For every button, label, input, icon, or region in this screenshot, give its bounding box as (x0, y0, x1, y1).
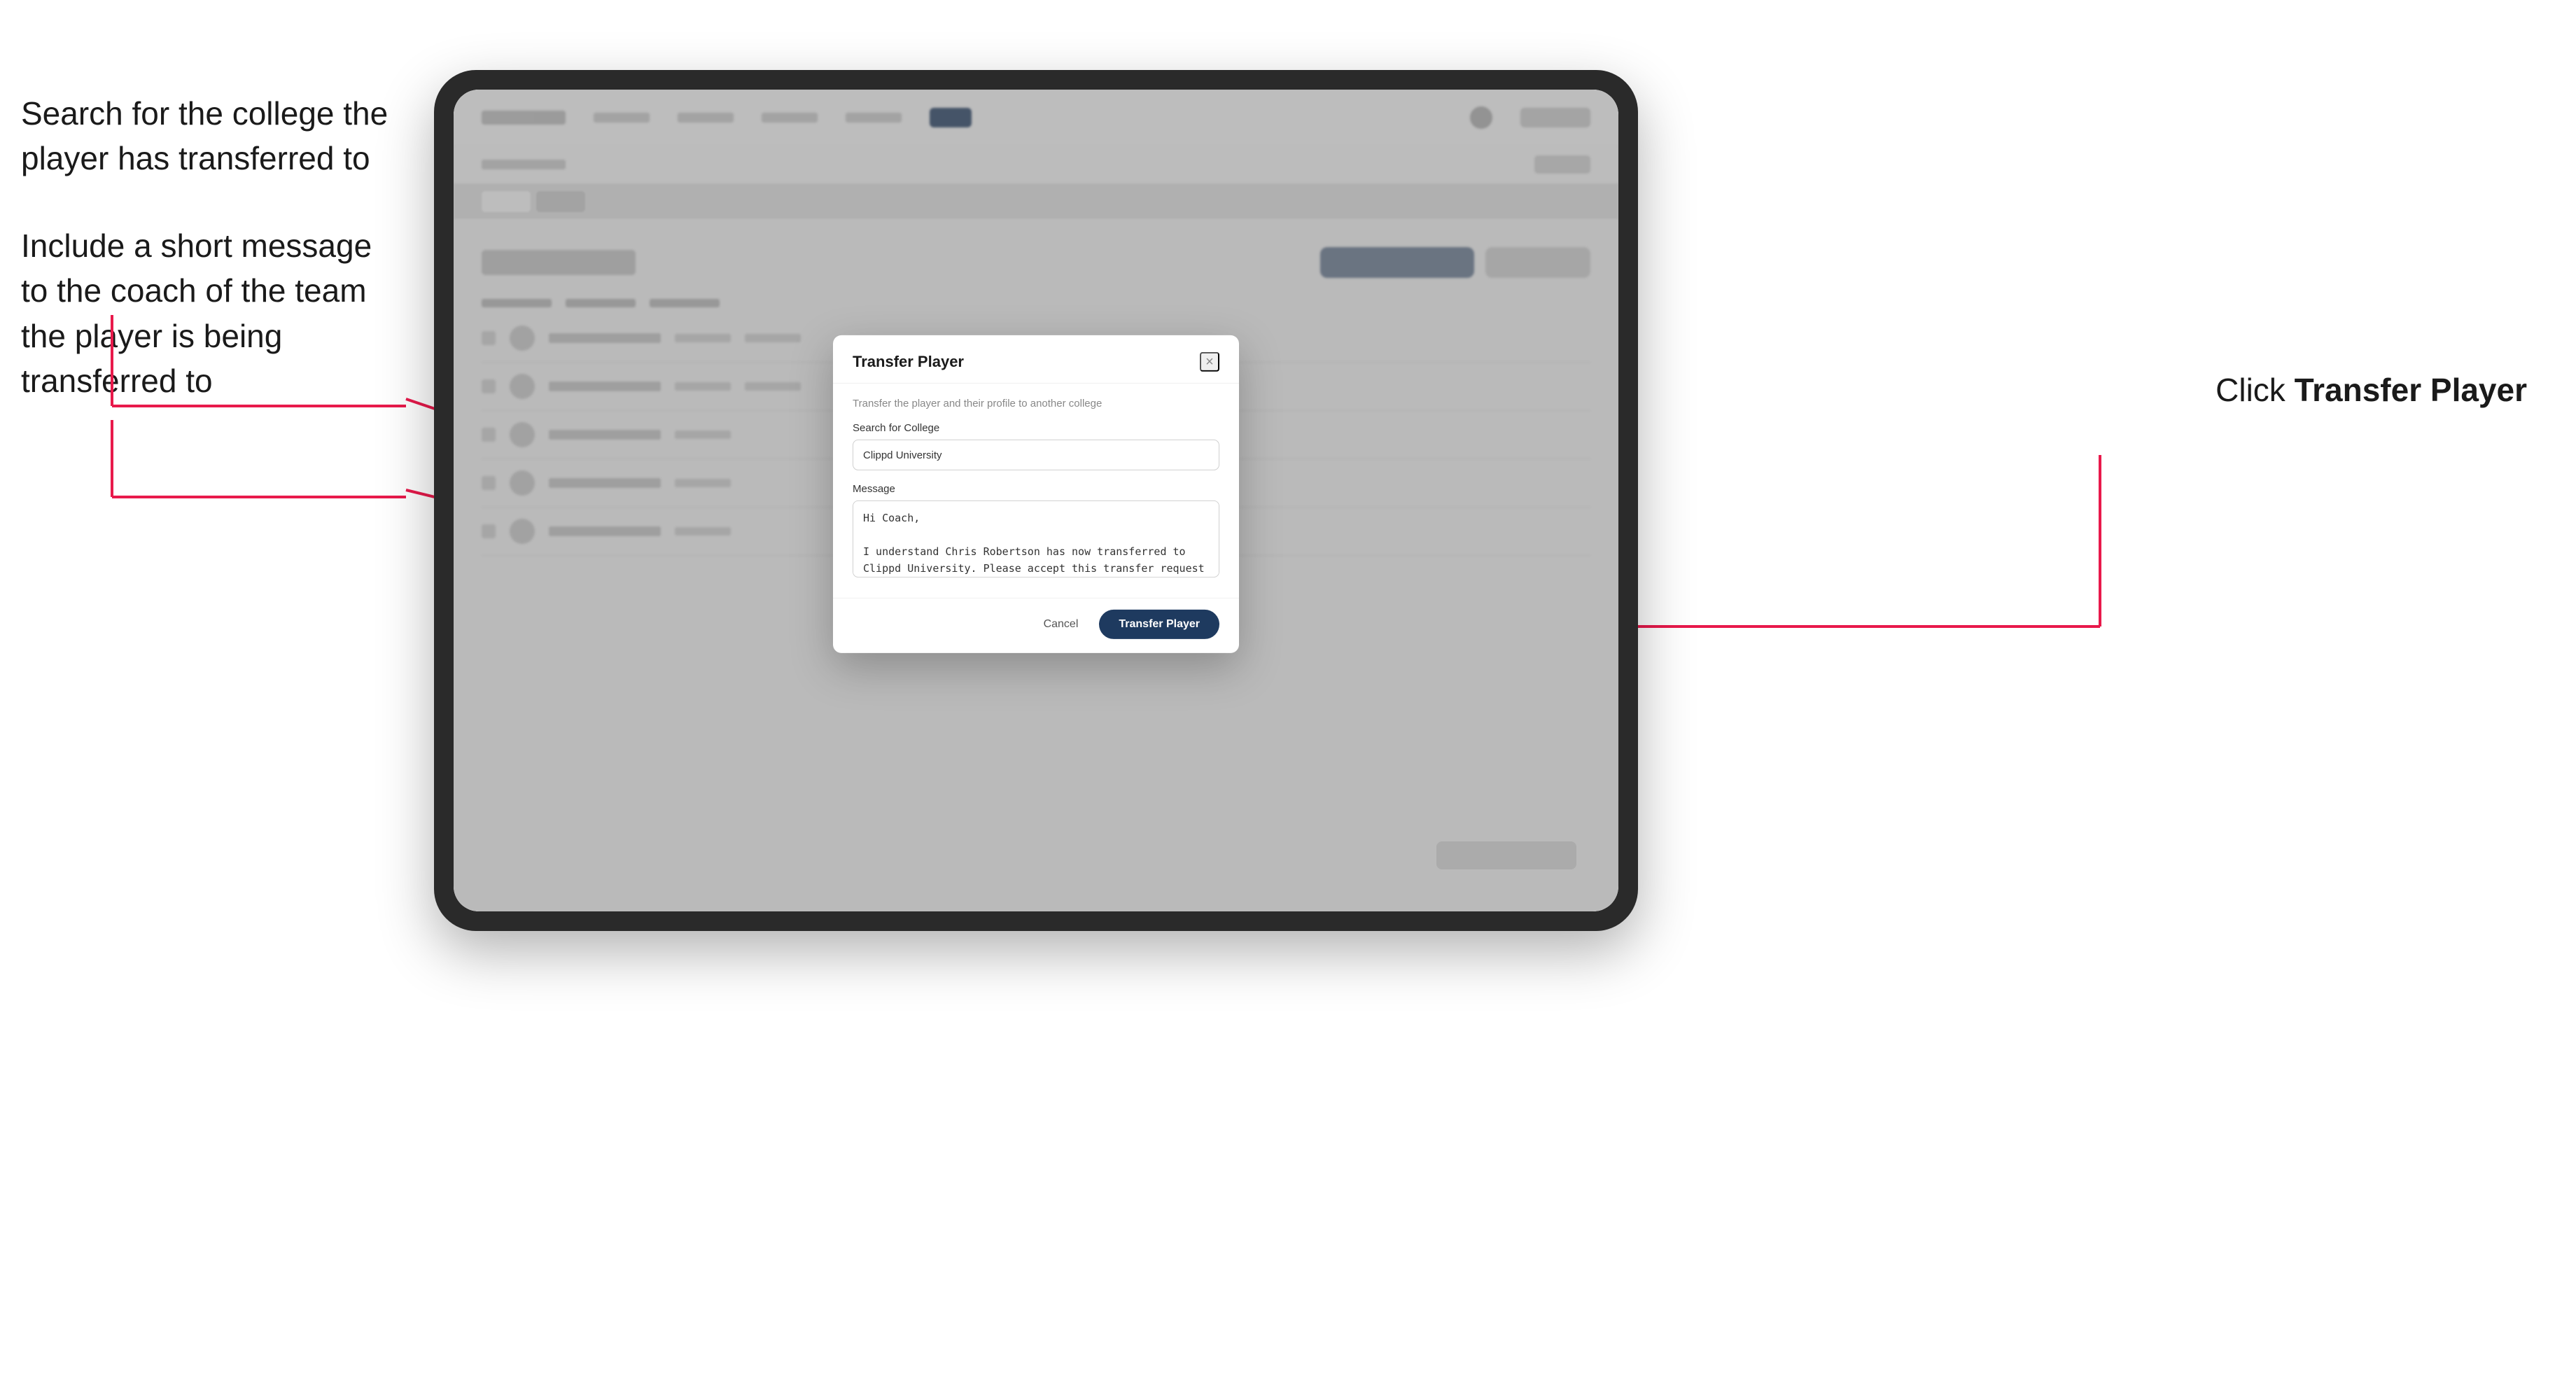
tablet-screen: Transfer Player × Transfer the player an… (454, 90, 1618, 911)
annotation-left: Search for the college the player has tr… (21, 91, 392, 445)
search-college-label: Search for College (853, 422, 1219, 434)
annotation-message-text: Include a short message to the coach of … (21, 223, 392, 404)
message-label: Message (853, 483, 1219, 495)
modal-subtitle: Transfer the player and their profile to… (853, 398, 1219, 410)
annotation-right: Click Transfer Player (2216, 371, 2527, 409)
transfer-player-modal: Transfer Player × Transfer the player an… (833, 335, 1239, 653)
modal-body: Transfer the player and their profile to… (833, 384, 1239, 598)
tablet-frame: Transfer Player × Transfer the player an… (434, 70, 1638, 931)
modal-footer: Cancel Transfer Player (833, 598, 1239, 653)
message-textarea[interactable] (853, 500, 1219, 578)
transfer-player-button[interactable]: Transfer Player (1099, 610, 1219, 639)
cancel-button[interactable]: Cancel (1032, 611, 1090, 638)
annotation-transfer-bold: Transfer Player (2295, 372, 2527, 408)
annotation-click-prefix: Click (2216, 372, 2294, 408)
modal-close-button[interactable]: × (1200, 352, 1219, 372)
search-college-input[interactable] (853, 440, 1219, 470)
modal-overlay: Transfer Player × Transfer the player an… (454, 90, 1618, 911)
modal-title: Transfer Player (853, 353, 964, 371)
annotation-search-text: Search for the college the player has tr… (21, 91, 392, 181)
modal-header: Transfer Player × (833, 335, 1239, 384)
